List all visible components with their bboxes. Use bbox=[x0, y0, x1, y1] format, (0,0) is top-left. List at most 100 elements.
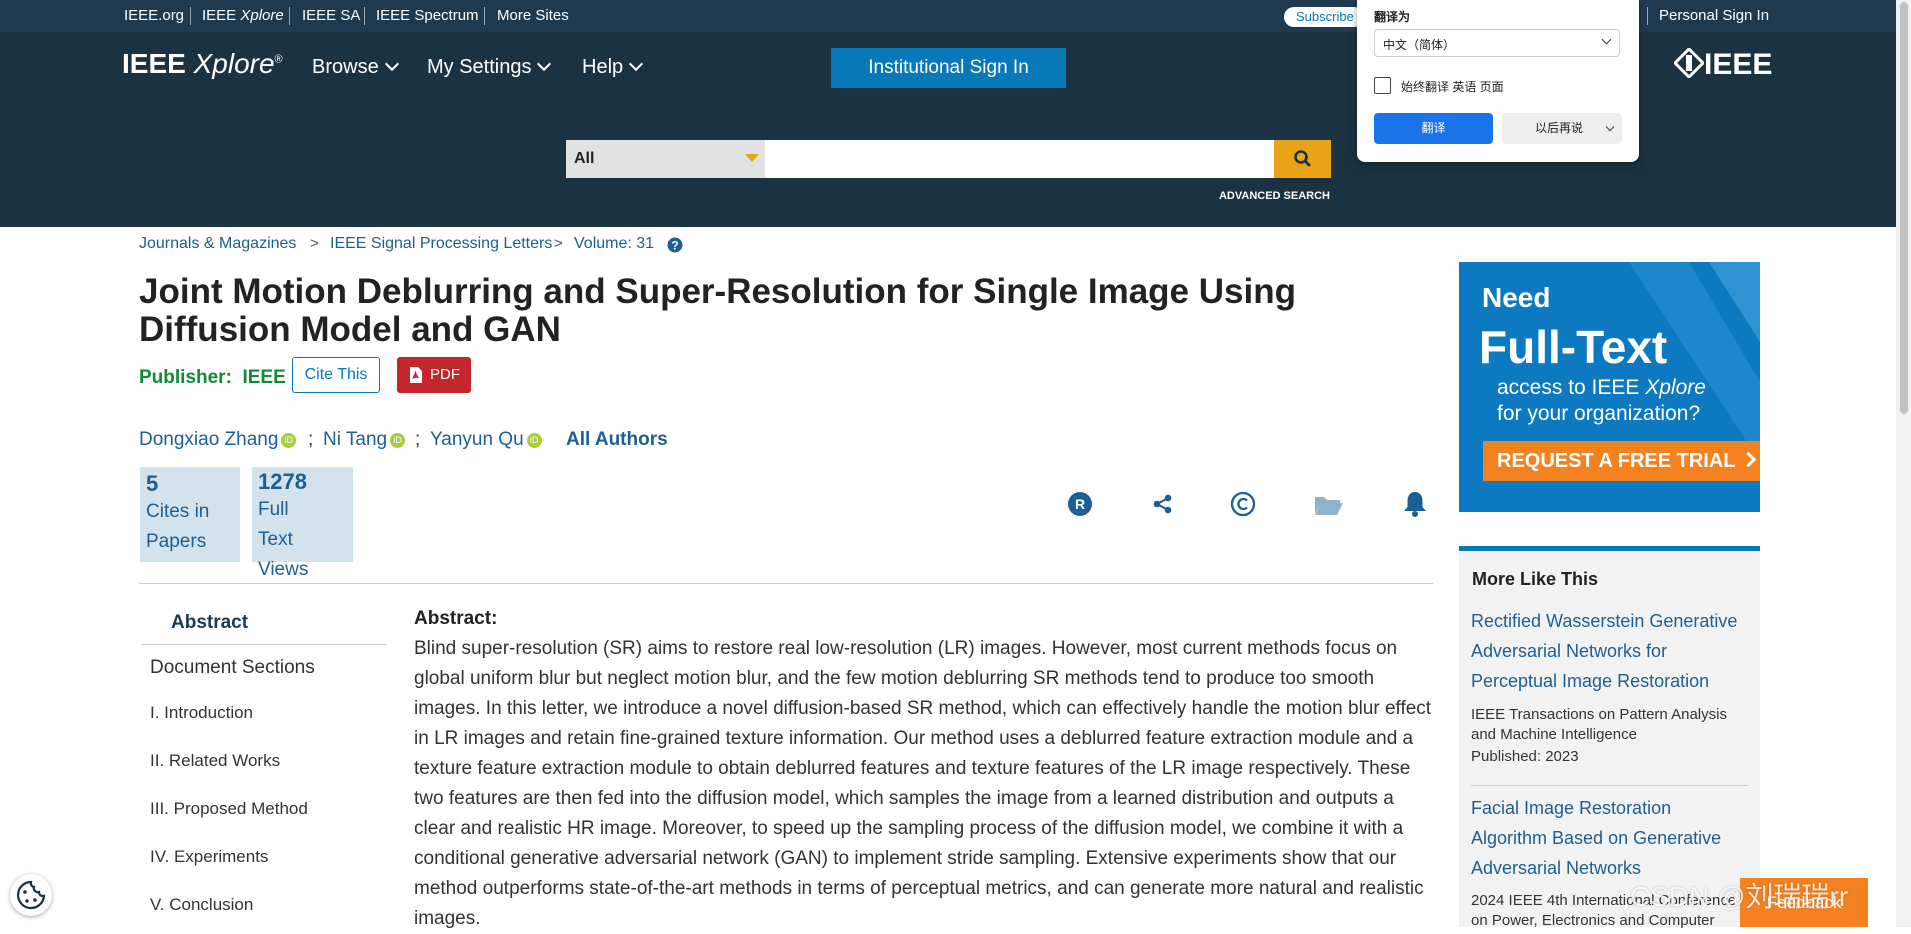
always-translate-checkbox[interactable] bbox=[1374, 77, 1391, 94]
csdn-watermark: CSDN @刘瑞瑞rr bbox=[1630, 881, 1849, 912]
language-select-value: 中文（简体） bbox=[1383, 38, 1456, 52]
orcid-icon[interactable]: iD bbox=[526, 433, 542, 448]
pdf-button[interactable]: PDF bbox=[397, 357, 471, 393]
breadcrumb-journal-name[interactable]: IEEE Signal Processing Letters bbox=[330, 235, 552, 253]
author-link[interactable]: Dongxiao Zhang iD bbox=[139, 429, 297, 451]
document-sections-heading: Document Sections bbox=[150, 657, 315, 678]
later-button-label: 以后再说 bbox=[1535, 121, 1584, 135]
related-article-link[interactable]: Facial Image Restoration Algorithm Based… bbox=[1471, 793, 1741, 883]
chevron-right-icon bbox=[1740, 451, 1757, 468]
top-separator bbox=[364, 7, 365, 25]
abstract-heading: Abstract: bbox=[414, 608, 498, 629]
orcid-icon[interactable]: iD bbox=[281, 433, 297, 448]
request-free-trial-button[interactable]: REQUEST A FREE TRIAL bbox=[1483, 441, 1760, 481]
nav-help[interactable]: Help bbox=[582, 56, 644, 79]
translate-popup-title: 翻译为 bbox=[1374, 10, 1411, 24]
subscribe-button[interactable]: Subscribe bbox=[1284, 7, 1364, 27]
top-separator bbox=[190, 7, 191, 25]
ieee-xplore-link-ieee: IEEE bbox=[202, 7, 237, 24]
pdf-button-label: PDF bbox=[430, 366, 460, 383]
author-separator: ; bbox=[308, 429, 314, 450]
search-button[interactable] bbox=[1274, 140, 1331, 178]
bell-icon[interactable] bbox=[1402, 490, 1428, 518]
section-conclusion[interactable]: V. Conclusion bbox=[150, 895, 253, 915]
ieee-org-link[interactable]: IEEE.org bbox=[124, 0, 184, 32]
author-name: Ni Tang bbox=[323, 429, 388, 450]
related-article-published: Published: 2023 bbox=[1471, 748, 1579, 765]
author-name: Dongxiao Zhang bbox=[139, 429, 279, 450]
related-article-source: IEEE Transactions on Pattern Analysis an… bbox=[1471, 706, 1727, 743]
ieee-xplore-link[interactable]: IEEE Xplore bbox=[202, 0, 284, 32]
section-proposed-method[interactable]: III. Proposed Method bbox=[150, 799, 308, 819]
folder-icon[interactable] bbox=[1314, 494, 1344, 516]
ieee-logo[interactable]: IEEE bbox=[1672, 46, 1773, 82]
share-icon[interactable] bbox=[1150, 491, 1176, 517]
search-scope-select[interactable]: All bbox=[566, 140, 765, 178]
help-icon[interactable]: ? bbox=[667, 237, 683, 253]
all-authors-link[interactable]: All Authors bbox=[566, 429, 668, 451]
metric-label: Cites in bbox=[146, 501, 210, 522]
pdf-icon bbox=[410, 367, 422, 383]
section-related-works[interactable]: II. Related Works bbox=[150, 751, 280, 771]
orcid-icon[interactable]: iD bbox=[390, 433, 406, 448]
top-separator bbox=[289, 7, 290, 25]
cites-in-papers-metric[interactable]: 5 Cites in Papers bbox=[140, 467, 240, 562]
chevron-down-icon bbox=[1601, 34, 1612, 45]
rights-icon[interactable]: R bbox=[1067, 491, 1093, 517]
translate-button[interactable]: 翻译 bbox=[1374, 113, 1493, 144]
personal-sign-in-link[interactable]: Personal Sign In bbox=[1659, 0, 1769, 32]
full-text-views-metric[interactable]: 1278 Full Text Views bbox=[252, 467, 353, 580]
top-separator bbox=[1647, 7, 1648, 25]
chevron-down-icon bbox=[384, 56, 399, 72]
nav-my-settings[interactable]: My Settings bbox=[427, 56, 552, 79]
metric-label: Text bbox=[258, 529, 293, 550]
full-text-ad-banner[interactable]: Need Full-Text access to IEEE Xplore for… bbox=[1459, 262, 1760, 512]
breadcrumb-separator: > bbox=[310, 235, 319, 252]
more-like-this-heading: More Like This bbox=[1472, 569, 1599, 589]
section-experiments[interactable]: IV. Experiments bbox=[150, 847, 268, 867]
nav-my-settings-label: My Settings bbox=[427, 56, 532, 78]
section-introduction[interactable]: I. Introduction bbox=[150, 703, 253, 723]
ieee-spectrum-link[interactable]: IEEE Spectrum bbox=[376, 0, 479, 32]
cookie-icon bbox=[16, 880, 46, 910]
author-link[interactable]: Ni Tang iD bbox=[323, 429, 406, 451]
publisher-line: Publisher: IEEE bbox=[139, 367, 286, 389]
author-link[interactable]: Yanyun Qu iD bbox=[430, 429, 542, 451]
more-sites-link[interactable]: More Sites bbox=[497, 0, 569, 32]
scrollbar-thumb[interactable] bbox=[1900, 2, 1908, 414]
dropdown-arrow-icon bbox=[745, 154, 759, 162]
ieee-diamond-icon bbox=[1672, 46, 1706, 80]
later-button[interactable]: 以后再说 bbox=[1502, 113, 1622, 144]
ieee-sa-link[interactable]: IEEE SA bbox=[302, 0, 360, 32]
publisher-label: Publisher: bbox=[139, 367, 232, 388]
ad-need: Need bbox=[1482, 282, 1551, 313]
breadcrumb-volume[interactable]: Volume: 31 bbox=[574, 235, 654, 253]
cookie-settings-button[interactable] bbox=[10, 874, 52, 916]
author-name: Yanyun Qu bbox=[430, 429, 524, 450]
views-count: 1278 bbox=[258, 469, 307, 494]
logo-xplore-text: Xplore bbox=[193, 48, 275, 79]
metric-label: Full bbox=[258, 499, 289, 520]
ad-line-1-xplore: Xplore bbox=[1645, 376, 1706, 399]
search-scope-value: All bbox=[574, 150, 595, 167]
related-article-link[interactable]: Rectified Wasserstein Generative Adversa… bbox=[1471, 606, 1751, 696]
language-select[interactable]: 中文（简体） bbox=[1374, 29, 1620, 57]
ad-line-1-text: access to IEEE bbox=[1497, 376, 1640, 399]
breadcrumb-journals[interactable]: Journals & Magazines bbox=[139, 235, 296, 253]
nav-browse[interactable]: Browse bbox=[312, 56, 399, 79]
sidebar-abstract[interactable]: Abstract bbox=[171, 612, 248, 634]
institutional-sign-in-button[interactable]: Institutional Sign In bbox=[831, 48, 1066, 88]
metric-label: Papers bbox=[146, 531, 207, 552]
copyright-icon[interactable] bbox=[1230, 491, 1256, 517]
request-free-trial-label: REQUEST A FREE TRIAL bbox=[1497, 450, 1736, 472]
article-title: Joint Motion Deblurring and Super-Resolu… bbox=[139, 272, 1296, 349]
advanced-search-link[interactable]: ADVANCED SEARCH bbox=[1160, 190, 1330, 202]
ieee-xplore-logo[interactable]: IEEE Xplore® bbox=[122, 48, 283, 80]
cite-this-button[interactable]: Cite This bbox=[292, 357, 380, 393]
ad-line-2: for your organization? bbox=[1497, 402, 1701, 425]
publisher-name: IEEE bbox=[242, 367, 286, 388]
nav-help-label: Help bbox=[582, 56, 624, 78]
divider bbox=[141, 644, 387, 645]
ieee-logo-text: IEEE bbox=[1704, 48, 1773, 81]
search-input[interactable] bbox=[765, 140, 1274, 178]
